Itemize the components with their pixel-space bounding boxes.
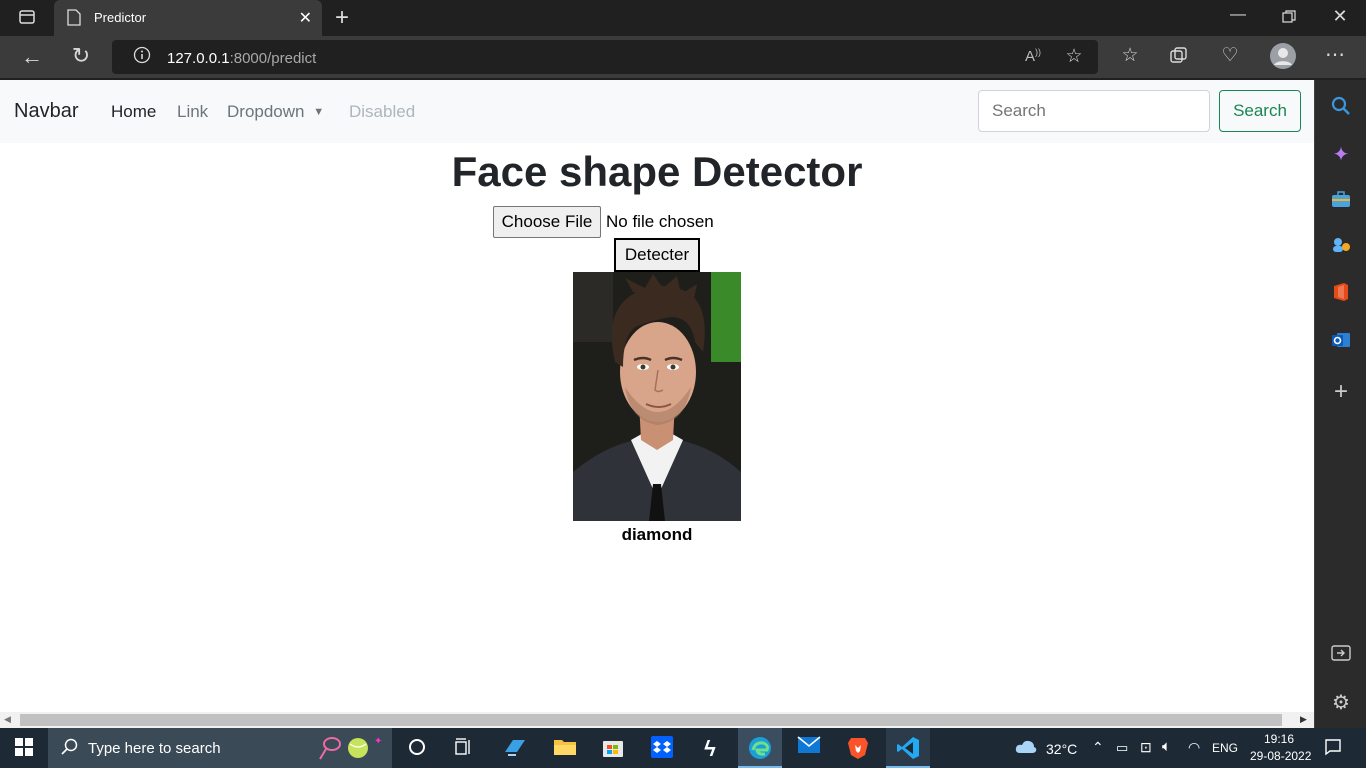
search-input[interactable] <box>978 90 1210 132</box>
outlook-icon[interactable] <box>1329 330 1353 354</box>
settings-gear-icon[interactable]: ⚙ <box>1329 690 1353 714</box>
notifications-icon[interactable] <box>1322 738 1344 760</box>
file-explorer-icon[interactable] <box>552 736 578 760</box>
uploaded-face-image <box>573 272 741 521</box>
battery-charging-icon[interactable]: ▭ <box>1116 740 1128 756</box>
address-bar[interactable]: 127.0.0.1:8000/predict A)) ☆ <box>112 40 1098 74</box>
windows-taskbar: Type here to search ✦ ϟ 32°C ⌃ ▭ ⊡ 🔈︎ ◠ <box>0 728 1366 768</box>
windows-terminal-icon[interactable] <box>502 736 528 760</box>
dropbox-icon[interactable] <box>650 736 674 760</box>
url-text: 127.0.0.1:8000/predict <box>167 50 317 67</box>
read-aloud-icon[interactable]: A)) <box>1022 47 1044 69</box>
edge-browser-icon[interactable] <box>738 728 782 768</box>
web-page: Navbar Home Link Dropdown ▼ Disabled Sea… <box>0 80 1314 712</box>
tab-title: Predictor <box>94 10 147 25</box>
volume-icon[interactable]: 🔈︎ <box>1162 738 1171 755</box>
add-favorite-icon[interactable]: ☆ <box>1062 45 1086 69</box>
dropdown-label: Dropdown <box>227 102 305 121</box>
scroll-left-icon[interactable]: ◀ <box>4 714 11 725</box>
input-language[interactable]: ENG <box>1212 741 1238 755</box>
nav-link-disabled: Disabled <box>349 102 416 121</box>
favorites-icon[interactable]: ☆ <box>1118 44 1142 68</box>
search-icon[interactable] <box>1329 96 1353 120</box>
new-tab-icon[interactable]: + <box>330 4 354 31</box>
wifi-icon[interactable]: ◠ <box>1188 739 1200 756</box>
office-icon[interactable] <box>1329 282 1353 306</box>
svg-text:✦: ✦ <box>374 736 382 747</box>
browser-essentials-icon[interactable]: ♡ <box>1218 44 1242 68</box>
profile-avatar-icon[interactable] <box>1270 43 1296 69</box>
mail-icon[interactable] <box>796 736 822 760</box>
tab-predictor[interactable]: Predictor ✕ <box>54 0 322 36</box>
show-hidden-icons-icon[interactable]: ⌃ <box>1092 739 1104 756</box>
close-tab-icon[interactable]: ✕ <box>299 8 312 28</box>
minimize-icon[interactable]: — <box>1226 6 1250 30</box>
site-info-icon[interactable] <box>132 46 152 68</box>
close-window-icon[interactable]: ✕ <box>1328 6 1352 30</box>
games-icon[interactable] <box>1329 236 1353 260</box>
weather-cloud-icon[interactable] <box>1014 738 1038 758</box>
more-menu-icon[interactable]: ⋯ <box>1322 42 1348 66</box>
search-icon <box>60 738 80 758</box>
collections-icon[interactable] <box>1168 46 1190 68</box>
hide-sidebar-icon[interactable] <box>1329 644 1353 668</box>
page-title: Face shape Detector <box>451 148 863 195</box>
navbar-brand[interactable]: Navbar <box>14 100 78 123</box>
choose-file-button[interactable]: Choose File <box>493 206 601 238</box>
detect-button[interactable]: Detecter <box>614 238 700 272</box>
tab-actions-icon[interactable] <box>16 8 38 28</box>
caret-down-icon: ▼ <box>313 106 325 118</box>
bootstrap-navbar: Navbar Home Link Dropdown ▼ Disabled Sea… <box>0 80 1314 143</box>
page-icon <box>66 9 82 27</box>
refresh-icon[interactable]: ↻ <box>68 43 94 69</box>
scroll-right-icon[interactable]: ▶ <box>1300 714 1307 725</box>
add-icon[interactable]: + <box>1329 378 1353 405</box>
nav-link-home[interactable]: Home <box>111 102 156 122</box>
search-highlight-badminton-icon: ✦ <box>318 734 388 762</box>
weather-temperature[interactable]: 32°C <box>1046 741 1077 757</box>
edge-sidebar: ✦ + ⚙ <box>1314 80 1366 728</box>
discover-sparkle-icon[interactable]: ✦ <box>1329 142 1353 166</box>
nav-link-link[interactable]: Link <box>177 102 208 122</box>
vscode-icon[interactable] <box>886 728 930 768</box>
back-icon[interactable]: ← <box>20 44 44 69</box>
meet-now-icon[interactable]: ⊡ <box>1140 739 1152 756</box>
microsoft-store-icon[interactable] <box>600 736 626 760</box>
scrollbar-thumb[interactable] <box>20 714 1282 726</box>
clock-time[interactable]: 19:16 <box>1264 732 1294 746</box>
prediction-result: diamond <box>621 525 693 544</box>
tools-briefcase-icon[interactable] <box>1329 190 1353 214</box>
clock-date[interactable]: 29-08-2022 <box>1250 749 1311 763</box>
brave-browser-icon[interactable] <box>846 736 870 760</box>
task-view-icon[interactable] <box>452 738 474 760</box>
windows-start-icon[interactable] <box>14 738 34 758</box>
restore-icon[interactable] <box>1278 8 1300 30</box>
taskbar-search-box[interactable]: Type here to search ✦ <box>48 728 392 768</box>
browser-title-bar: Predictor ✕ + — ✕ <box>0 0 1366 36</box>
search-button[interactable]: Search <box>1219 90 1301 132</box>
file-status-text: No file chosen <box>606 212 714 231</box>
nav-link-dropdown[interactable]: Dropdown ▼ <box>227 102 324 122</box>
taskbar-search-placeholder: Type here to search <box>88 740 221 757</box>
app-s-icon[interactable]: ϟ <box>698 736 722 761</box>
horizontal-scrollbar[interactable]: ◀ ▶ <box>0 712 1314 728</box>
cortana-icon[interactable] <box>406 738 428 760</box>
browser-toolbar: ← ↻ 127.0.0.1:8000/predict A)) ☆ ☆ ♡ ⋯ <box>0 36 1366 78</box>
